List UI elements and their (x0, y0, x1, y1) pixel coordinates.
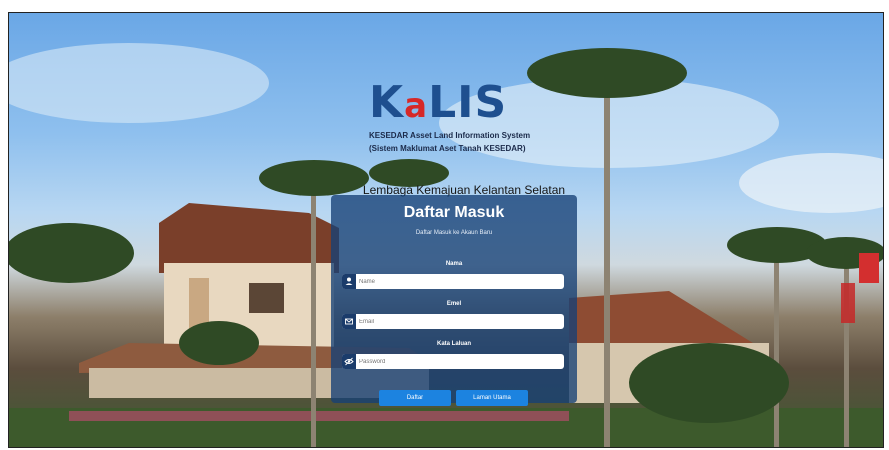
logo-letters-lis: LIS (428, 77, 508, 128)
name-field-wrapper (342, 274, 564, 289)
password-field-wrapper (342, 354, 564, 369)
name-input[interactable] (359, 274, 559, 289)
email-label: Emel (446, 301, 462, 307)
user-icon (342, 274, 356, 289)
email-field-wrapper (342, 314, 564, 329)
logo-subtitle-en: KESEDAR Asset Land Information System (369, 131, 531, 140)
register-panel: Daftar Masuk Daftar Masuk ke Akaun Baru … (331, 195, 577, 406)
logo-subtitle-ms: (Sistem Maklumat Aset Tanah KESEDAR) (369, 144, 526, 153)
mail-icon (342, 314, 356, 329)
panel-subtitle: Daftar Masuk ke Akaun Baru (415, 230, 493, 236)
logo-letter-a: a (404, 86, 429, 126)
password-input[interactable] (359, 354, 559, 369)
kalis-logo: KaLIS KESEDAR Asset Land Information Sys… (369, 81, 539, 154)
email-input[interactable] (359, 314, 559, 329)
logo-letter-k: K (369, 77, 405, 128)
name-label: Nama (445, 261, 463, 267)
password-label: Kata Laluan (436, 341, 471, 347)
panel-title: Daftar Masuk (403, 204, 505, 221)
home-button[interactable]: Laman Utama (456, 390, 528, 406)
eye-slash-icon[interactable] (342, 354, 356, 369)
background-photo: KaLIS KESEDAR Asset Land Information Sys… (8, 12, 884, 448)
register-button[interactable]: Daftar (379, 390, 451, 406)
logo-wordmark: KaLIS (369, 81, 539, 128)
